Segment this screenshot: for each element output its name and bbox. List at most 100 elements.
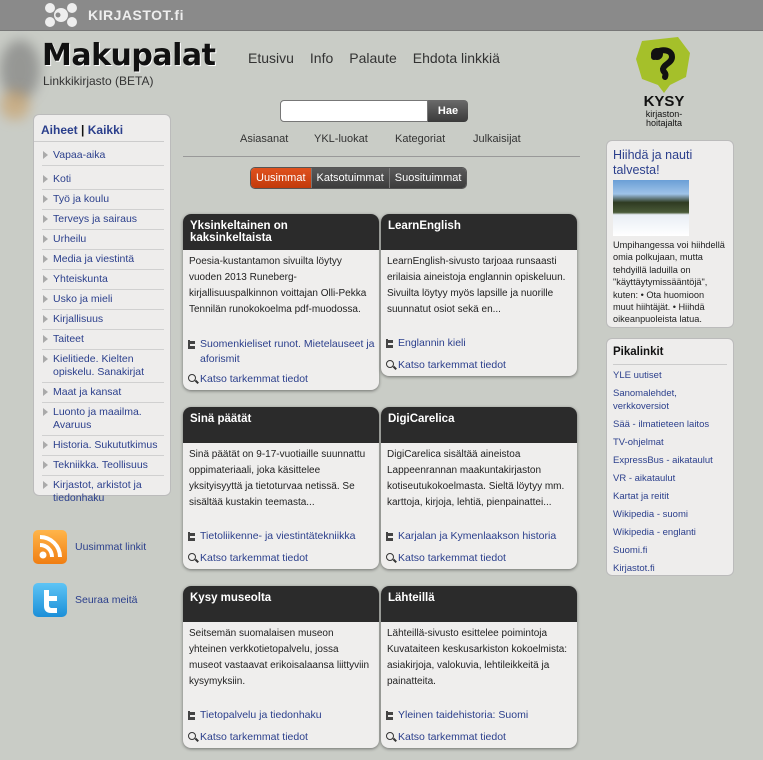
nav-palaute[interactable]: Palaute — [349, 50, 396, 66]
card-title[interactable]: LearnEnglish — [381, 214, 577, 250]
quicklink[interactable]: TV-ohjelmat — [613, 437, 727, 450]
twitter-link-row: Seuraa meitä — [33, 583, 137, 617]
nav-etusivu[interactable]: Etusivu — [248, 50, 294, 66]
rss-icon[interactable] — [33, 530, 67, 564]
link-card: Yksinkeltainen on kaksinkeltaista Poesia… — [183, 214, 379, 390]
rss-link-row: Uusimmat linkit — [33, 530, 146, 564]
topic-link[interactable]: Luonto ja maailma. Avaruus — [53, 406, 142, 431]
tab-katsotuimmat[interactable]: Katsotuimmat — [310, 168, 389, 188]
twitter-link[interactable]: Seuraa meitä — [75, 594, 137, 606]
topic-item[interactable]: Luonto ja maailma. Avaruus — [42, 403, 164, 436]
card-details-link[interactable]: Katso tarkemmat tiedot — [386, 359, 506, 371]
topic-link[interactable]: Työ ja koulu — [53, 193, 109, 205]
card-category-link[interactable]: Karjalan ja Kymenlaakson historia — [386, 529, 556, 544]
topic-item[interactable]: Terveys ja sairaus — [42, 210, 164, 230]
topic-item[interactable]: Vapaa-aika — [42, 146, 164, 166]
card-details-link[interactable]: Katso tarkemmat tiedot — [386, 731, 506, 743]
topic-item[interactable]: Yhteiskunta — [42, 270, 164, 290]
browse-ykl-luokat[interactable]: YKL-luokat — [310, 133, 394, 145]
topic-item[interactable]: Koti — [42, 170, 164, 190]
topic-link[interactable]: Taiteet — [53, 333, 84, 345]
rss-link[interactable]: Uusimmat linkit — [75, 541, 146, 553]
quicklink[interactable]: Kartat ja reitit — [613, 491, 727, 504]
browse-kategoriat[interactable]: Kategoriat — [394, 133, 472, 145]
card-category-link[interactable]: Tietoliikenne- ja viestintätekniikka — [188, 529, 355, 544]
topic-item[interactable]: Maat ja kansat — [42, 383, 164, 403]
svg-text:KYSY: KYSY — [644, 93, 685, 110]
quicklink[interactable]: Wikipedia - suomi — [613, 509, 727, 522]
promo-image-winter-forest[interactable] — [613, 180, 689, 236]
topic-item[interactable]: Tekniikka. Teollisuus — [42, 456, 164, 476]
tree-icon — [188, 340, 196, 349]
card-category-link[interactable]: Yleinen taidehistoria: Suomi — [386, 708, 528, 723]
quicklink[interactable]: VR - aikataulut — [613, 473, 727, 486]
topic-link[interactable]: Terveys ja sairaus — [53, 213, 137, 225]
topic-link[interactable]: Kielitiede. Kielten opiskelu. Sanakirjat — [53, 353, 144, 378]
nav-info[interactable]: Info — [310, 50, 333, 66]
quicklink[interactable]: Suomi.fi — [613, 545, 727, 558]
details-label: Katso tarkemmat tiedot — [398, 359, 506, 371]
browse-links: Asiasanat YKL-luokat Kategoriat Julkaisi… — [240, 133, 521, 145]
site-title[interactable]: Makupalat — [42, 38, 216, 73]
magnifier-icon — [386, 732, 394, 740]
card-details-link[interactable]: Katso tarkemmat tiedot — [188, 552, 308, 564]
card-category-link[interactable]: Tietopalvelu ja tiedonhaku — [188, 708, 322, 723]
card-title[interactable]: Sinä päätät — [183, 407, 379, 443]
topic-item[interactable]: Taiteet — [42, 330, 164, 350]
topic-item[interactable]: Työ ja koulu — [42, 190, 164, 210]
topic-link[interactable]: Kirjastot, arkistot ja tiedonhaku — [53, 479, 142, 504]
brand-text: KIRJASTOT.fi — [88, 7, 184, 23]
topic-link[interactable]: Historia. Sukututkimus — [53, 439, 157, 451]
twitter-icon[interactable] — [33, 583, 67, 617]
magnifier-icon — [188, 553, 196, 561]
topic-link[interactable]: Urheilu — [53, 233, 86, 245]
card-details-link[interactable]: Katso tarkemmat tiedot — [188, 731, 308, 743]
topic-item[interactable]: Historia. Sukututkimus — [42, 436, 164, 456]
kysy-kirjastonhoitajalta-logo[interactable]: KYSY kirjaston- hoitajalta — [634, 35, 694, 130]
tab-uusimmat[interactable]: Uusimmat — [251, 168, 311, 188]
topic-item[interactable]: Urheilu — [42, 230, 164, 250]
card-category-link[interactable]: Englannin kieli — [386, 336, 466, 351]
card-description: LearnEnglish-sivusto tarjoaa runsaasti e… — [387, 256, 566, 315]
card-title[interactable]: Lähteillä — [381, 586, 577, 622]
topic-link[interactable]: Usko ja mieli — [53, 293, 113, 305]
card-title[interactable]: Yksinkeltainen on kaksinkeltaista — [183, 214, 379, 250]
card-title[interactable]: Kysy museolta — [183, 586, 379, 622]
tab-suosituimmat[interactable]: Suosituimmat — [388, 168, 467, 188]
topic-link[interactable]: Media ja viestintä — [53, 253, 134, 265]
nav-ehdota-linkkia[interactable]: Ehdota linkkiä — [413, 50, 500, 66]
topic-link[interactable]: Tekniikka. Teollisuus — [53, 459, 148, 471]
card-category-link[interactable]: Suomenkieliset runot. Mietelauseet ja af… — [188, 337, 379, 367]
quicklink[interactable]: Sanomalehdet, verkkoversiot — [613, 388, 727, 413]
topic-link[interactable]: Maat ja kansat — [53, 386, 121, 398]
topic-item[interactable]: Kirjallisuus — [42, 310, 164, 330]
topic-link[interactable]: Kirjallisuus — [53, 313, 103, 325]
topic-link[interactable]: Vapaa-aika — [53, 149, 105, 161]
tab-aiheet[interactable]: Aiheet — [41, 123, 78, 137]
search-input[interactable] — [280, 100, 428, 122]
quicklink[interactable]: Kirjastot.fi — [613, 563, 727, 576]
topic-link[interactable]: Yhteiskunta — [53, 273, 108, 285]
browse-julkaisijat[interactable]: Julkaisijat — [472, 133, 521, 145]
promo-title[interactable]: Hiihdä ja nauti talvesta! — [613, 148, 727, 178]
card-details-link[interactable]: Katso tarkemmat tiedot — [386, 552, 506, 564]
quicklink[interactable]: Wikipedia - englanti — [613, 527, 727, 540]
search-button[interactable]: Hae — [428, 100, 468, 122]
quicklink[interactable]: ExpressBus - aikataulut — [613, 455, 727, 468]
card-description: Lähteillä-sivusto esittelee poimintoja K… — [387, 628, 568, 687]
quicklink[interactable]: Sää - ilmatieteen laitos — [613, 419, 727, 432]
topic-item[interactable]: Media ja viestintä — [42, 250, 164, 270]
card-title[interactable]: DigiCarelica — [381, 407, 577, 443]
quicklink[interactable]: YLE uutiset — [613, 370, 727, 383]
top-bar: KIRJASTOT.fi — [0, 0, 763, 31]
topic-link[interactable]: Koti — [53, 173, 71, 185]
topic-item[interactable]: Usko ja mieli — [42, 290, 164, 310]
topics-header: Aiheet | Kaikki — [34, 115, 164, 142]
card-details-link[interactable]: Katso tarkemmat tiedot — [188, 373, 308, 385]
kirjastot-logo-link[interactable]: KIRJASTOT.fi — [44, 3, 184, 27]
browse-asiasanat[interactable]: Asiasanat — [240, 133, 310, 145]
link-card: LearnEnglish LearnEnglish-sivusto tarjoa… — [381, 214, 577, 376]
tab-kaikki[interactable]: Kaikki — [88, 123, 123, 137]
topic-item[interactable]: Kielitiede. Kielten opiskelu. Sanakirjat — [42, 350, 164, 383]
topic-item[interactable]: Kirjastot, arkistot ja tiedonhaku — [42, 476, 164, 508]
